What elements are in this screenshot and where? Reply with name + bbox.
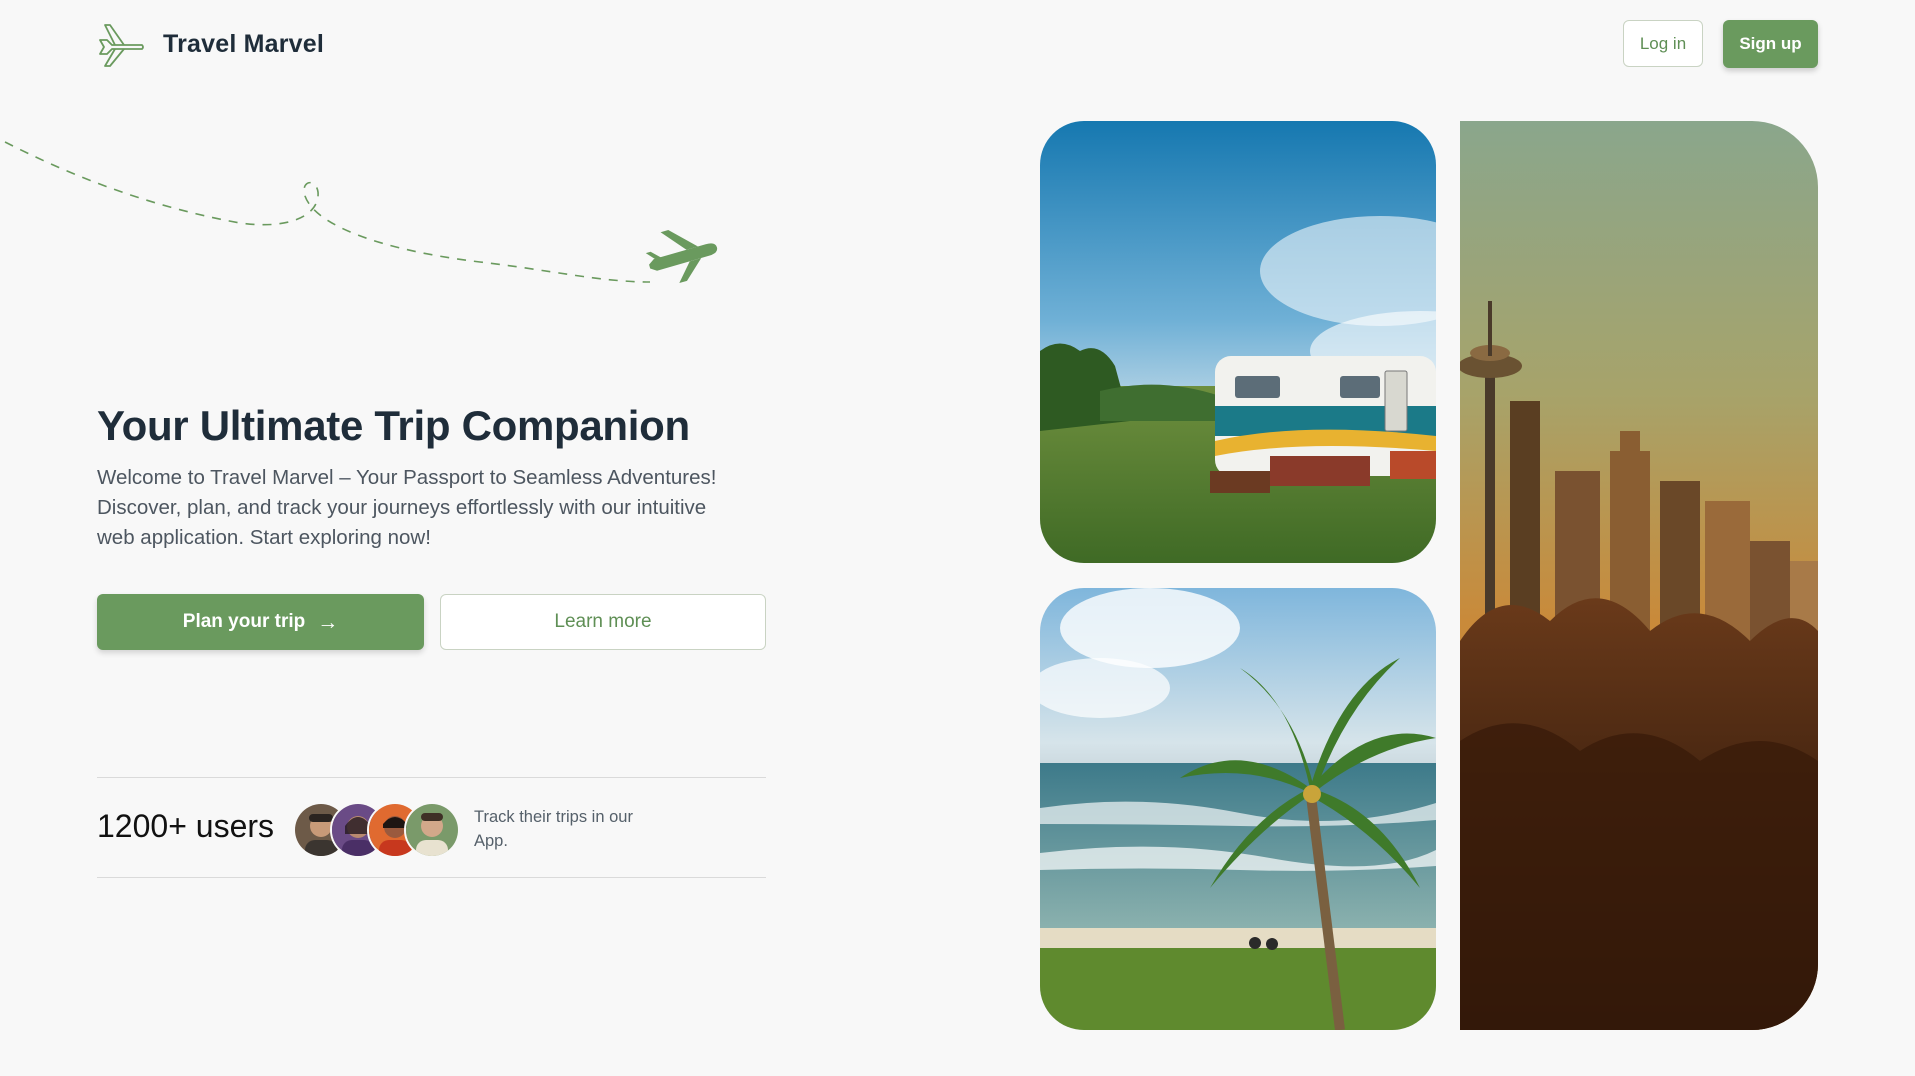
login-button[interactable]: Log in — [1623, 20, 1703, 67]
signup-button[interactable]: Sign up — [1723, 20, 1818, 68]
users-note: Track their trips in our App. — [474, 808, 633, 850]
header: Travel Marvel Log in Sign up — [0, 0, 1915, 88]
logo[interactable]: Travel Marvel — [97, 20, 324, 68]
users-count: 1200+ users — [97, 808, 275, 844]
camper-trailer-photo — [1040, 121, 1436, 563]
plan-trip-label: Plan your trip — [182, 611, 306, 632]
hero-title: Your Ultimate Trip Companion — [97, 402, 690, 449]
learn-more-button[interactable]: Learn more — [440, 594, 766, 650]
arrow-right-icon: → — [317, 610, 339, 634]
hero-description: Welcome to Travel Marvel – Your Passport… — [97, 466, 717, 549]
city-skyline-photo — [1460, 121, 1818, 1030]
plane-icon — [645, 230, 718, 284]
users-strip: 1200+ users Track their trips in our App… — [97, 777, 766, 878]
avatar — [404, 802, 460, 858]
plan-trip-button[interactable]: Plan your trip → — [97, 594, 424, 650]
brand-name: Travel Marvel — [163, 29, 325, 58]
landing-page: Travel Marvel Log in Sign up Your Ultima… — [0, 0, 1915, 1076]
airplane-icon — [99, 24, 144, 67]
avatar-group — [293, 802, 463, 858]
flight-path-decoration — [4, 141, 718, 284]
palm-beach-photo — [1040, 588, 1436, 1030]
